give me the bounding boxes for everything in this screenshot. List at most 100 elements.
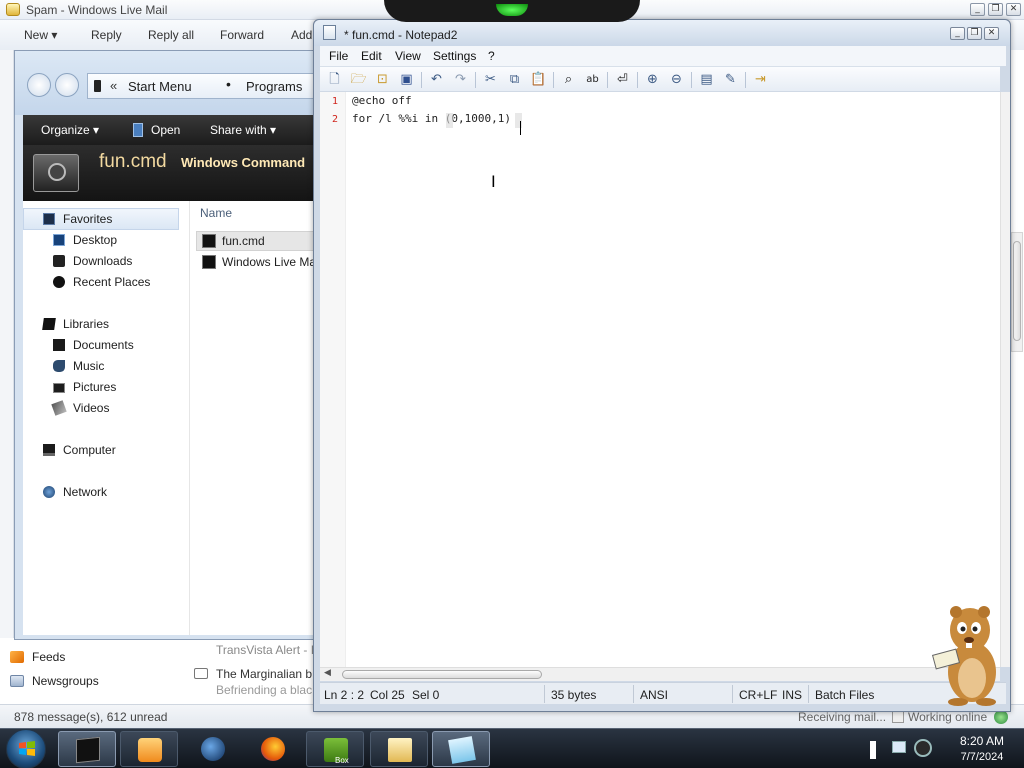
status-separator (544, 685, 545, 703)
redo-icon[interactable]: ↷ (452, 71, 469, 88)
nav-item-desktop[interactable]: Desktop (53, 233, 117, 247)
share-with-button[interactable]: Share with ▾ (210, 123, 276, 137)
taskbar: Box 8:20 AM 7/7/2024 (0, 728, 1024, 768)
wlm-new-button[interactable]: New ▾ (24, 28, 57, 42)
menu-view[interactable]: View (395, 49, 421, 63)
copy-icon[interactable]: ⧉ (506, 71, 523, 88)
tray-webcam-icon[interactable] (914, 739, 932, 757)
taskbar-command-prompt[interactable] (58, 731, 116, 767)
wlm-folder-feeds[interactable]: Feeds (10, 650, 65, 664)
brace-match-highlight (446, 113, 453, 128)
wlm-left-pane-edge (0, 50, 14, 698)
column-header-name[interactable]: Name (200, 206, 232, 220)
file-item-fun-cmd[interactable]: fun.cmd (202, 234, 265, 248)
menu-help[interactable]: ? (488, 49, 495, 63)
file-item-windows-live-mail[interactable]: Windows Live Ma (202, 255, 316, 269)
wlm-reading-pane-scrollbar[interactable] (1011, 232, 1023, 352)
back-button[interactable] (27, 73, 51, 97)
globe-app-icon (201, 737, 225, 761)
explorer-command-bar: Organize ▾ Open Share with ▾ (23, 115, 315, 145)
taskbar-media-player[interactable] (120, 731, 178, 767)
wlm-minimize-button[interactable]: _ (970, 3, 985, 16)
toolbar-separator (553, 72, 554, 88)
scheme-icon[interactable]: ▤ (698, 71, 715, 88)
save-icon[interactable]: ▣ (398, 71, 415, 88)
scrollbar-thumb[interactable] (1013, 241, 1021, 341)
menu-file[interactable]: File (329, 49, 348, 63)
wlm-message-list: TransVista Alert - I The Marginalian b B… (190, 638, 314, 704)
notepad2-close-button[interactable]: ✕ (984, 27, 999, 40)
word-wrap-icon[interactable]: ⏎ (614, 71, 631, 88)
zoom-in-icon[interactable]: ⊕ (644, 71, 661, 88)
nav-label: Desktop (73, 233, 118, 247)
scroll-left-icon[interactable]: ◀ (324, 668, 331, 678)
taskbar-explorer[interactable] (370, 731, 428, 767)
cut-icon[interactable]: ✂ (482, 71, 499, 88)
menu-edit[interactable]: Edit (361, 49, 382, 63)
paste-icon[interactable]: 📋 (530, 71, 547, 88)
notepad2-title-bar[interactable]: * fun.cmd - Notepad2 _ ❐ ✕ (314, 20, 1010, 46)
cmd-file-icon (202, 234, 216, 248)
zoom-out-icon[interactable]: ⊖ (668, 71, 685, 88)
nav-item-favorites[interactable]: Favorites (43, 212, 112, 226)
menu-settings[interactable]: Settings (433, 49, 476, 63)
exit-icon[interactable]: ⇥ (752, 71, 769, 88)
open-folder-icon[interactable]: 🗁 (350, 71, 367, 88)
nav-item-music[interactable]: Music (53, 359, 104, 373)
replace-icon[interactable]: ab (584, 71, 601, 88)
breadcrumb[interactable]: « Start Menu • Programs (87, 73, 315, 99)
wlm-add-button[interactable]: Add (291, 28, 312, 42)
wlm-folder-label: Feeds (32, 650, 66, 664)
forward-button[interactable] (55, 73, 79, 97)
scrollbar-thumb[interactable] (342, 670, 542, 679)
taskbar-gopher-box[interactable]: Box (306, 731, 364, 767)
open-button[interactable]: Open (151, 123, 180, 137)
wlm-maximize-button[interactable]: ❐ (988, 3, 1003, 16)
explorer-window: « Start Menu • Programs Organize ▾ Open … (14, 50, 316, 640)
status-eol: CR+LF (739, 688, 778, 702)
taskbar-firefox[interactable] (244, 731, 302, 767)
wlm-close-button[interactable]: ✕ (1006, 3, 1021, 16)
nav-item-libraries[interactable]: Libraries (42, 317, 109, 331)
nav-item-downloads[interactable]: Downloads (53, 254, 132, 268)
nav-item-documents[interactable]: Documents (53, 338, 134, 352)
browse-icon[interactable]: ⊡ (374, 71, 391, 88)
wlm-reply-button[interactable]: Reply (91, 28, 122, 42)
find-icon[interactable]: ⌕ (560, 71, 577, 88)
nav-item-computer[interactable]: Computer (43, 443, 116, 457)
start-button[interactable] (6, 729, 46, 768)
clock-date[interactable]: 7/7/2024 (952, 751, 1012, 763)
taskbar-globe-app[interactable] (184, 731, 242, 767)
new-file-icon[interactable]: 🗋 (326, 71, 343, 88)
message-row[interactable]: TransVista Alert - I (216, 643, 314, 657)
horizontal-scrollbar[interactable]: ◀ (320, 667, 1000, 681)
editor-area[interactable]: 1 2 @echo off for /l %%i in (0,1000,1) I (320, 92, 1000, 667)
breadcrumb-start-menu[interactable]: Start Menu (128, 79, 192, 94)
code-line[interactable]: for /l %%i in (0,1000,1) (352, 112, 511, 125)
message-row[interactable]: The Marginalian b (216, 667, 312, 681)
breadcrumb-chevron[interactable]: « (110, 78, 117, 93)
clock-time[interactable]: 8:20 AM (952, 734, 1012, 748)
nav-item-recent-places[interactable]: Recent Places (53, 275, 150, 289)
notepad-app-icon (323, 25, 336, 40)
wlm-reply-all-button[interactable]: Reply all (148, 28, 194, 42)
nav-item-pictures[interactable]: Pictures (53, 380, 116, 394)
status-insert-mode: INS (782, 688, 803, 702)
code-line[interactable]: @echo off (352, 94, 412, 107)
nav-item-network[interactable]: Network (43, 485, 107, 499)
organize-button[interactable]: Organize ▾ (41, 123, 99, 137)
vertical-scrollbar[interactable] (1000, 92, 1010, 667)
desktop-gadget (384, 0, 640, 22)
wlm-folder-newsgroups[interactable]: Newsgroups (10, 674, 99, 688)
undo-icon[interactable]: ↶ (428, 71, 445, 88)
breadcrumb-programs[interactable]: Programs (246, 79, 302, 94)
notepad2-minimize-button[interactable]: _ (950, 27, 965, 40)
tray-network-icon[interactable] (892, 741, 906, 753)
taskbar-notepad[interactable] (432, 731, 490, 767)
notepad2-maximize-button[interactable]: ❐ (967, 27, 982, 40)
tray-show-hidden-icon[interactable] (870, 741, 876, 759)
customize-schemes-icon[interactable]: ✎ (722, 71, 739, 88)
nav-item-videos[interactable]: Videos (51, 400, 109, 416)
wlm-forward-button[interactable]: Forward (220, 28, 264, 42)
media-player-icon (138, 738, 162, 762)
